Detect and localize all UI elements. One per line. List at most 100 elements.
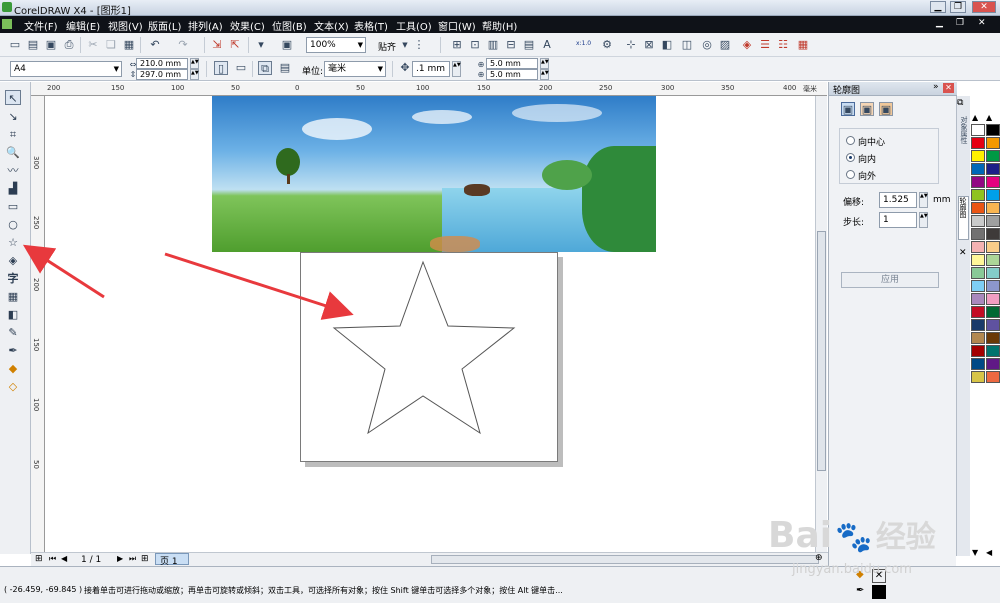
palette-swatch[interactable] (971, 241, 985, 253)
close-tab-icon[interactable]: ✕ (959, 248, 967, 258)
star-tool-icon[interactable]: ☆ (5, 235, 21, 250)
rectangle-tool-icon[interactable]: ▭ (5, 199, 21, 214)
palette-swatch[interactable] (971, 358, 985, 370)
palette-swatch[interactable] (986, 176, 1000, 188)
steps-spinner[interactable]: ▲▼ (919, 212, 928, 228)
color-icon[interactable]: ◫ (680, 38, 694, 52)
page-width-input[interactable]: 210.0 mm (136, 58, 188, 69)
minimize-button[interactable]: ▁ (930, 1, 946, 13)
table-icon[interactable]: ▦ (796, 38, 810, 52)
combine-icon[interactable]: ▤ (522, 38, 536, 52)
palette-swatch[interactable] (986, 189, 1000, 201)
palette-swatch[interactable] (971, 163, 985, 175)
docker-tab-icon[interactable]: ⧉ (957, 98, 963, 108)
list-icon[interactable]: ☷ (776, 38, 790, 52)
width-spinner[interactable]: ▲▼ (190, 58, 199, 69)
menu-table[interactable]: 表格(T) (354, 18, 388, 33)
steps-input[interactable]: 1 (879, 212, 917, 228)
palette-swatch[interactable] (986, 215, 1000, 227)
star-shape[interactable] (332, 260, 516, 435)
menu-arrange[interactable]: 排列(A) (188, 18, 223, 33)
pick-tool-icon[interactable]: ↖ (5, 90, 21, 105)
units-dropdown[interactable]: 毫米 ▼ (324, 61, 386, 77)
vertical-scrollbar[interactable] (815, 96, 827, 552)
contour-color-tab-icon[interactable]: ▣ (860, 102, 874, 116)
page-height-input[interactable]: 297.0 mm (136, 69, 188, 80)
smart-fill-tool-icon[interactable]: ▟ (5, 181, 21, 196)
interactive-blend-tool-icon[interactable]: ◧ (5, 307, 21, 322)
palette-swatch[interactable] (986, 228, 1000, 240)
palette-swatch[interactable] (971, 215, 985, 227)
export-icon[interactable]: ⇱ (228, 38, 242, 52)
page-tab[interactable]: 页 1 (155, 553, 189, 567)
duplicate-y-input[interactable]: 5.0 mm (486, 69, 538, 80)
paper-size-dropdown[interactable]: A4 ▼ (10, 61, 122, 77)
redo-icon[interactable]: ↷ (176, 38, 190, 52)
duplicate-x-spinner[interactable]: ▲▼ (540, 58, 549, 69)
add-page-after-icon[interactable]: ⊞ (141, 554, 149, 564)
cut-icon[interactable]: ✂ (86, 38, 100, 52)
object-properties-tab[interactable]: 对象属性 (958, 116, 969, 186)
palette-swatch[interactable] (986, 254, 1000, 266)
crop-tool-icon[interactable]: ⌗ (5, 127, 21, 142)
menu-help[interactable]: 帮助(H) (482, 18, 517, 33)
offset-input[interactable]: 1.525 (879, 192, 917, 208)
doc-restore-icon[interactable]: ❐ (956, 18, 964, 28)
save-icon[interactable]: ▣ (44, 38, 58, 52)
portrait-icon[interactable]: ▯ (214, 61, 228, 75)
ellipse-tool-icon[interactable]: ○ (5, 217, 21, 232)
palette-swatch[interactable] (971, 293, 985, 305)
trace-bitmap-icon[interactable]: ⊠ (642, 38, 656, 52)
palette-swatch[interactable] (971, 254, 985, 266)
menu-layout[interactable]: 版面(L) (148, 18, 181, 33)
palette-swatch[interactable] (971, 137, 985, 149)
corel-connect-icon[interactable]: ◎ (700, 38, 714, 52)
palette-swatch[interactable] (986, 319, 1000, 331)
contour-steps-tab-icon[interactable]: ▣ (841, 102, 855, 116)
doc-close-icon[interactable]: ✕ (978, 18, 986, 28)
palette-swatch[interactable] (971, 189, 985, 201)
add-page-icon[interactable]: ⊞ (35, 554, 43, 564)
menu-tools[interactable]: 工具(O) (396, 18, 432, 33)
menu-view[interactable]: 视图(V) (108, 18, 143, 33)
palette-swatch[interactable] (971, 345, 985, 357)
drawing-canvas[interactable] (46, 96, 817, 552)
landscape-icon[interactable]: ▭ (234, 61, 248, 75)
palette-swatch[interactable] (986, 137, 1000, 149)
freehand-tool-icon[interactable]: 〰 (5, 163, 21, 178)
palette-swatch[interactable] (971, 332, 985, 344)
contour-tab[interactable]: 轮廓图 (958, 196, 969, 240)
open-file-icon[interactable]: ▤ (26, 38, 40, 52)
eyedropper-tool-icon[interactable]: ✎ (5, 325, 21, 340)
outline-pen-tool-icon[interactable]: ✒ (5, 343, 21, 358)
palette-swatch[interactable] (986, 163, 1000, 175)
restore-button[interactable]: ❐ (950, 1, 966, 13)
palette-swatch[interactable] (986, 293, 1000, 305)
nudge-spinner[interactable]: ▲▼ (452, 61, 461, 77)
app-launcher-icon[interactable]: ▾ (254, 38, 268, 52)
contour-acceleration-tab-icon[interactable]: ▣ (879, 102, 893, 116)
shape-tool-icon[interactable]: ↘ (5, 109, 21, 124)
palette-scroll-down-icon[interactable]: ▼ (972, 548, 978, 557)
inside-radio[interactable] (846, 153, 855, 162)
new-file-icon[interactable]: ▭ (8, 38, 22, 52)
table-tool-icon[interactable]: ▦ (5, 289, 21, 304)
close-docker-icon[interactable]: ✕ (943, 83, 954, 93)
document-icon[interactable] (2, 19, 12, 29)
close-button[interactable]: ✕ (972, 1, 996, 13)
expand-docker-icon[interactable]: » (933, 82, 939, 92)
outside-radio[interactable] (846, 170, 855, 179)
menu-bitmaps[interactable]: 位图(B) (272, 18, 307, 33)
convert-outline-icon[interactable]: ⊹ (624, 38, 638, 52)
palette-swatch[interactable] (971, 306, 985, 318)
current-page-icon[interactable]: ▤ (278, 61, 292, 75)
group-icon[interactable]: ▥ (486, 38, 500, 52)
ungroup-icon[interactable]: ⊟ (504, 38, 518, 52)
zoom-level-dropdown[interactable]: 100% ▼ (306, 37, 366, 53)
menu-file[interactable]: 文件(F) (24, 18, 58, 33)
media-icon[interactable]: ▨ (718, 38, 732, 52)
horizontal-scrollbar[interactable] (431, 555, 819, 564)
palette-swatch[interactable] (986, 267, 1000, 279)
outline-color-indicator-icon[interactable]: ✒ (856, 585, 870, 599)
palette-swatch[interactable] (986, 280, 1000, 292)
